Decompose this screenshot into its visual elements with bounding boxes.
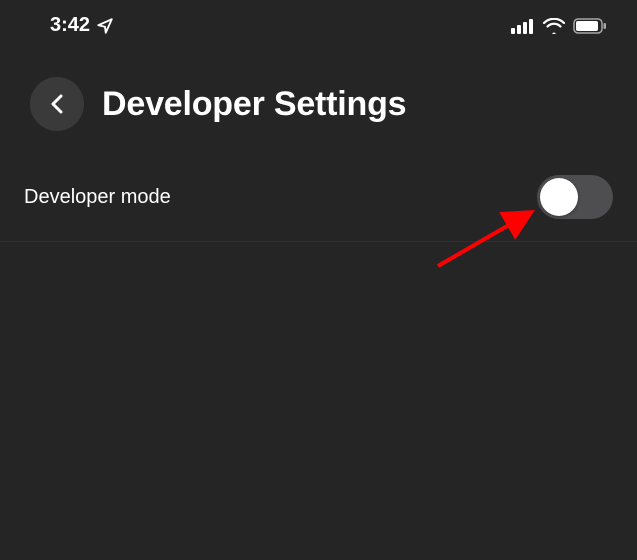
developer-mode-row: Developer mode (0, 159, 637, 242)
page-title: Developer Settings (102, 85, 406, 124)
developer-mode-label: Developer mode (24, 186, 171, 209)
chevron-left-icon (50, 94, 64, 114)
status-time: 3:42 (50, 14, 90, 37)
location-arrow-icon (96, 17, 114, 35)
status-bar-left: 3:42 (50, 14, 114, 37)
cellular-signal-icon (511, 18, 535, 34)
battery-icon (573, 18, 607, 34)
back-button[interactable] (30, 77, 84, 131)
toggle-knob (540, 178, 578, 216)
wifi-icon (543, 18, 565, 34)
status-bar-right (511, 18, 607, 34)
status-bar: 3:42 (0, 0, 637, 45)
developer-mode-toggle[interactable] (537, 175, 613, 219)
header: Developer Settings (0, 45, 637, 159)
